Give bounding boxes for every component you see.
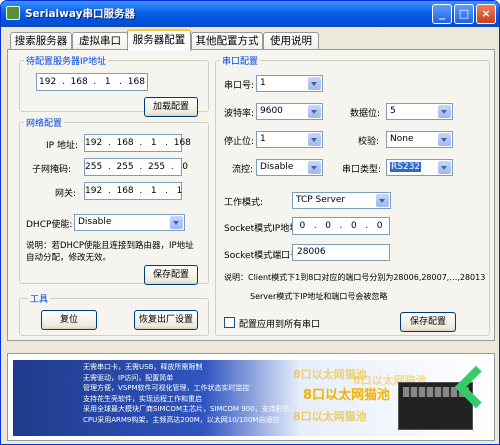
serial-group: 串口配置 串口号: 1 波特率: 9600 数据位: 5 停止位: 1 校验: …: [215, 54, 490, 336]
banner-image: 无需串口卡，无需USB，释放所需限制 无需驱动，IP访问，配置简单 管理方便，V…: [13, 360, 494, 436]
feature-line: CPU采用ARM9构架，主频高达200M，以太网10/100M自适应: [83, 415, 280, 424]
flow-control-value: Disable: [260, 162, 294, 172]
app-window: Serialway串口服务器 _ □ × 搜索服务器 虚拟串口 服务器配置 其他…: [0, 0, 500, 445]
ip-address-input[interactable]: 192 . 168 . 1 . 168: [84, 134, 191, 152]
tab-virtual-serial[interactable]: 虚拟串口: [72, 32, 128, 50]
socket-ip-input[interactable]: 0 . 0 . 0 . 0: [292, 217, 390, 235]
flow-control-label: 流控:: [232, 165, 254, 175]
chevron-down-icon[interactable]: [308, 105, 321, 118]
dhcp-label: DHCP使能:: [26, 220, 73, 230]
dhcp-note: 说明：若DHCP使能且连接到路由器，IP地址自动分配，修改无效。: [26, 241, 194, 263]
gateway-input[interactable]: 192 . 168 . 1 . 1: [84, 182, 182, 200]
tools-legend: 工具: [28, 292, 51, 305]
data-bits-label: 数据位:: [350, 109, 381, 119]
baud-value: 9600: [260, 106, 283, 116]
chevron-down-icon[interactable]: [308, 77, 321, 90]
apply-all-checkbox[interactable]: [224, 317, 235, 328]
feature-line: 采用全球最大模块厂商SIMCOM主芯片，SIMCOM 900，支持彩信。: [83, 405, 297, 413]
tab-other-config[interactable]: 其他配置方式: [191, 32, 263, 50]
pending-ip-legend: 待配置服务器IP地址: [24, 54, 109, 67]
chevron-down-icon[interactable]: [438, 133, 451, 146]
feature-line: 管理方便，VSPM软件可视化管理，工作状态实时监控: [83, 384, 250, 392]
stop-bits-select[interactable]: 1: [256, 131, 323, 148]
dhcp-select[interactable]: Disable: [74, 214, 185, 231]
serial-legend: 串口配置: [220, 54, 261, 67]
parity-value: None: [390, 134, 414, 144]
chevron-down-icon[interactable]: [170, 216, 183, 229]
parity-select[interactable]: None: [386, 131, 453, 148]
client-note: 说明：Client模式下1到8口对应的端口号分别为28006,28007,…,2…: [224, 273, 486, 282]
parity-label: 校验:: [358, 137, 380, 147]
gateway-label: 网关:: [55, 189, 77, 199]
network-group: 网络配置 IP 地址: 192 . 168 . 1 . 168 子网掩码: 25…: [19, 116, 209, 285]
port-select[interactable]: 1: [256, 75, 323, 92]
chevron-down-icon[interactable]: [308, 133, 321, 146]
socket-port-input[interactable]: 28006: [292, 244, 390, 261]
baud-select[interactable]: 9600: [256, 103, 323, 120]
data-bits-value: 5: [390, 106, 396, 116]
minimize-button[interactable]: _: [432, 4, 452, 24]
chevron-down-icon[interactable]: [438, 161, 451, 174]
subnet-mask-label: 子网掩码:: [32, 165, 72, 175]
stop-bits-value: 1: [260, 134, 266, 144]
chevron-down-icon[interactable]: [438, 105, 451, 118]
dhcp-value: Disable: [78, 217, 112, 227]
tab-search-server[interactable]: 搜索服务器: [10, 32, 72, 50]
port-label: 串口号:: [224, 81, 255, 91]
socket-port-label: Socket模式端口号:: [224, 251, 303, 261]
subnet-mask-input[interactable]: 255 . 255 . 255 . 0: [84, 158, 188, 176]
app-icon: [6, 6, 20, 20]
load-config-button[interactable]: 加载配置: [144, 97, 198, 117]
save-serial-button[interactable]: 保存配置: [400, 312, 456, 332]
ad-banner[interactable]: 无需串口卡，无需USB，释放所需限制 无需驱动，IP访问，配置简单 管理方便，V…: [7, 353, 495, 441]
chevron-down-icon[interactable]: [308, 161, 321, 174]
maximize-button[interactable]: □: [454, 4, 474, 24]
tab-server-config[interactable]: 服务器配置: [127, 29, 191, 51]
work-mode-label: 工作模式:: [224, 198, 264, 208]
server-note: Server模式下IP地址和端口号会被忽略: [250, 292, 388, 301]
apply-all-label[interactable]: 配置应用到所有串口: [239, 317, 320, 330]
stop-bits-label: 停止位:: [224, 137, 255, 147]
feature-line: 无需串口卡，无需USB，释放所需限制: [83, 363, 203, 371]
work-mode-value: TCP Server: [296, 195, 346, 205]
feature-line: 支持花生壳软件，实现远程工作和重启: [83, 394, 202, 403]
save-network-button[interactable]: 保存配置: [144, 265, 198, 285]
banner-slogan: 8口以太网猫池: [293, 410, 367, 423]
network-legend: 网络配置: [24, 116, 65, 129]
chevron-down-icon[interactable]: [376, 194, 389, 207]
ip-label: IP 地址:: [46, 141, 78, 151]
title-bar[interactable]: Serialway串口服务器 _ □ ×: [1, 1, 499, 27]
banner-features: 无需串口卡，无需USB，释放所需限制 无需驱动，IP访问，配置简单 管理方便，V…: [83, 362, 297, 425]
tab-instructions[interactable]: 使用说明: [263, 32, 319, 50]
reset-button[interactable]: 复位: [41, 310, 97, 330]
flow-control-select[interactable]: Disable: [256, 159, 323, 176]
server-config-panel: 待配置服务器IP地址 192 . 168 . 1 . 168 加载配置 网络配置…: [7, 49, 495, 341]
pending-ip-group: 待配置服务器IP地址 192 . 168 . 1 . 168 加载配置: [19, 54, 209, 117]
serial-type-select[interactable]: RS232: [386, 159, 453, 176]
serial-type-value: RS232: [390, 162, 422, 172]
port-value: 1: [260, 78, 266, 88]
window-title: Serialway串口服务器: [25, 8, 135, 20]
feature-line: 无需驱动，IP访问，配置简单: [83, 373, 174, 382]
factory-reset-button[interactable]: 恢复出厂设置: [134, 310, 198, 330]
serial-type-label: 串口类型:: [342, 165, 382, 175]
tools-group: 工具 复位 恢复出厂设置: [19, 292, 209, 336]
close-button[interactable]: ×: [476, 4, 496, 24]
data-bits-select[interactable]: 5: [386, 103, 453, 120]
work-mode-select[interactable]: TCP Server: [292, 192, 391, 209]
socket-ip-label: Socket模式IP地址:: [224, 224, 302, 234]
pending-ip-input[interactable]: 192 . 168 . 1 . 168: [36, 73, 148, 91]
baud-label: 波特率:: [224, 109, 255, 119]
